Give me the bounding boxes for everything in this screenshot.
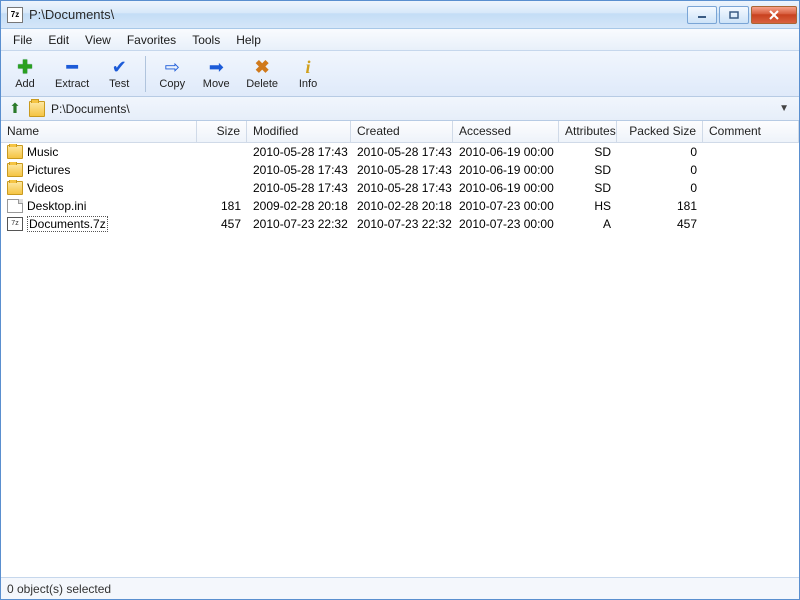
cell-created: 2010-05-28 17:43 [351,180,453,196]
cell-size: 181 [197,198,247,214]
move-arrow-icon: ➡ [205,57,227,77]
menubar: File Edit View Favorites Tools Help [1,29,799,51]
cell-comment [703,205,799,207]
folder-icon [7,145,23,159]
cell-created: 2010-05-28 17:43 [351,144,453,160]
info-icon: i [297,57,319,77]
table-row[interactable]: Pictures 2010-05-28 17:432010-05-28 17:43… [1,161,799,179]
cell-packed: 457 [617,216,703,232]
cell-created: 2010-02-28 20:18 [351,198,453,214]
cell-comment [703,187,799,189]
toolbar-separator [145,56,146,92]
status-text: 0 object(s) selected [7,582,111,596]
header-modified[interactable]: Modified [247,121,351,142]
minus-icon: ━ [61,57,83,77]
table-row[interactable]: Videos2010-05-28 17:432010-05-28 17:4320… [1,179,799,197]
folder-icon [7,181,23,195]
test-button[interactable]: ✔Test [101,55,137,92]
cell-accessed: 2010-06-19 00:00 [453,144,559,160]
header-name[interactable]: Name [1,121,197,142]
menu-tools[interactable]: Tools [184,31,228,49]
plus-icon: ✚ [14,57,36,77]
table-row[interactable]: 7zDocuments.7z4572010-07-23 22:322010-07… [1,215,799,233]
header-packed[interactable]: Packed Size [617,121,703,142]
cell-modified: 2009-02-28 20:18 [247,198,351,214]
window-title: P:\Documents\ [29,7,687,22]
file-icon [7,199,23,213]
extract-button[interactable]: ━Extract [51,55,93,92]
address-path[interactable]: P:\Documents\ [51,102,769,116]
cell-attr: SD [559,162,617,178]
cell-comment [703,169,799,171]
cell-created: 2010-07-23 22:32 [351,216,453,232]
archive-icon: 7z [7,217,23,231]
folder-icon [7,163,23,177]
app-icon: 7z [7,7,23,23]
cell-size [197,169,247,171]
cell-comment [703,151,799,153]
column-headers: Name Size Modified Created Accessed Attr… [1,121,799,143]
menu-edit[interactable]: Edit [40,31,77,49]
minimize-button[interactable] [687,6,717,24]
file-name: Videos [27,181,63,195]
header-created[interactable]: Created [351,121,453,142]
cell-attr: SD [559,144,617,160]
cell-size: 457 [197,216,247,232]
app-window: 7z P:\Documents\ File Edit View Favorite… [0,0,800,600]
addressbar: ⬆ P:\Documents\ ▼ [1,97,799,121]
folder-icon [29,101,45,117]
cell-attr: SD [559,180,617,196]
cell-modified: 2010-07-23 22:32 [247,216,351,232]
close-button[interactable] [751,6,797,24]
cell-accessed: 2010-07-23 00:00 [453,198,559,214]
file-name: Pictures [27,163,70,177]
up-folder-icon[interactable]: ⬆ [7,101,23,117]
file-name: Documents.7z [27,216,108,232]
delete-button[interactable]: ✖Delete [242,55,282,92]
file-name: Desktop.ini [27,199,86,213]
cell-size [197,151,247,153]
check-icon: ✔ [108,57,130,77]
copy-arrow-icon: ⇨ [161,57,183,77]
cell-size [197,187,247,189]
statusbar: 0 object(s) selected [1,577,799,599]
cell-attr: A [559,216,617,232]
cell-comment [703,223,799,225]
window-controls [687,6,797,24]
add-button[interactable]: ✚Add [7,55,43,92]
titlebar[interactable]: 7z P:\Documents\ [1,1,799,29]
toolbar: ✚Add ━Extract ✔Test ⇨Copy ➡Move ✖Delete … [1,51,799,97]
cell-packed: 0 [617,144,703,160]
file-name: Music [27,145,58,159]
cell-modified: 2010-05-28 17:43 [247,180,351,196]
menu-view[interactable]: View [77,31,119,49]
cell-accessed: 2010-06-19 00:00 [453,180,559,196]
cell-created: 2010-05-28 17:43 [351,162,453,178]
cell-packed: 0 [617,180,703,196]
cell-accessed: 2010-06-19 00:00 [453,162,559,178]
header-comment[interactable]: Comment [703,121,799,142]
copy-button[interactable]: ⇨Copy [154,55,190,92]
cell-packed: 181 [617,198,703,214]
delete-icon: ✖ [251,57,273,77]
menu-favorites[interactable]: Favorites [119,31,184,49]
maximize-button[interactable] [719,6,749,24]
address-dropdown-icon[interactable]: ▼ [775,103,793,114]
cell-modified: 2010-05-28 17:43 [247,144,351,160]
cell-attr: HS [559,198,617,214]
cell-modified: 2010-05-28 17:43 [247,162,351,178]
menu-help[interactable]: Help [228,31,269,49]
file-list[interactable]: Music2010-05-28 17:432010-05-28 17:43201… [1,143,799,577]
header-size[interactable]: Size [197,121,247,142]
header-attributes[interactable]: Attributes [559,121,617,142]
cell-accessed: 2010-07-23 00:00 [453,216,559,232]
move-button[interactable]: ➡Move [198,55,234,92]
header-accessed[interactable]: Accessed [453,121,559,142]
menu-file[interactable]: File [5,31,40,49]
table-row[interactable]: Music2010-05-28 17:432010-05-28 17:43201… [1,143,799,161]
table-row[interactable]: Desktop.ini1812009-02-28 20:182010-02-28… [1,197,799,215]
info-button[interactable]: iInfo [290,55,326,92]
cell-packed: 0 [617,162,703,178]
